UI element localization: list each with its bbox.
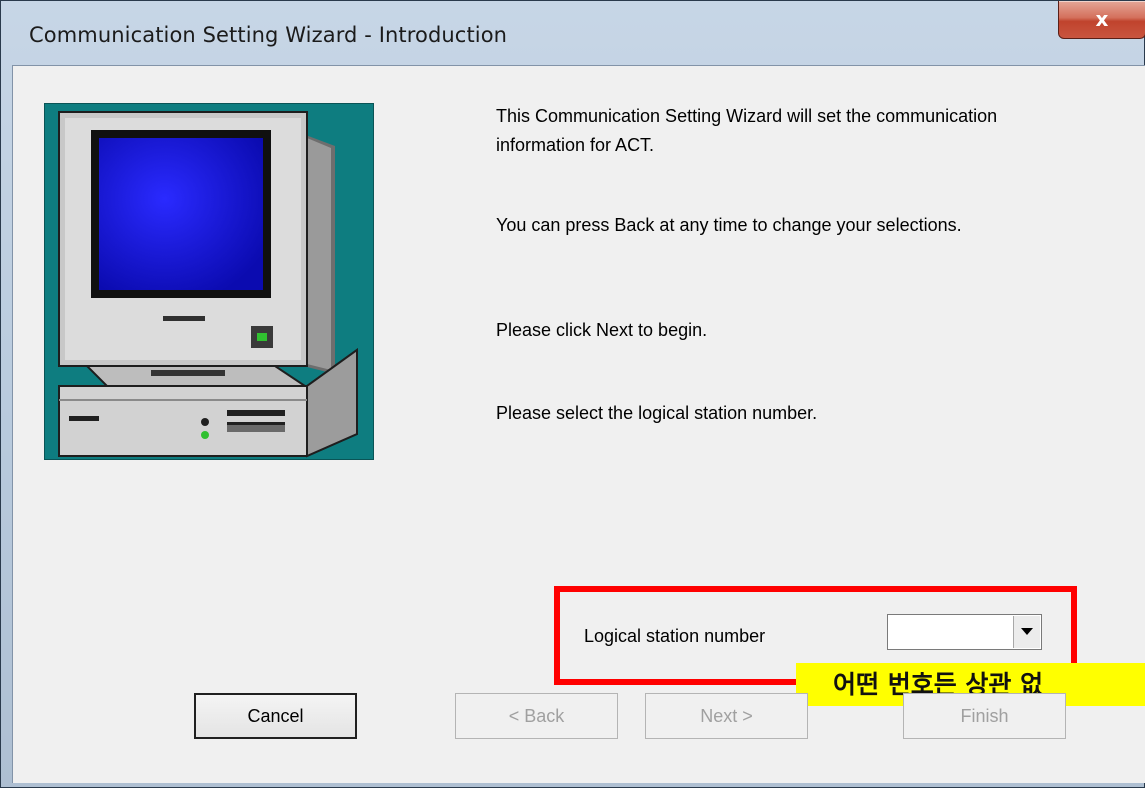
finish-button[interactable]: Finish	[903, 693, 1066, 739]
intro-paragraph-4: Please select the logical station number…	[496, 403, 818, 423]
desktop-computer-icon	[58, 111, 358, 458]
back-button[interactable]: < Back	[455, 693, 618, 739]
cancel-button[interactable]: Cancel	[194, 693, 357, 739]
wizard-image	[44, 103, 374, 460]
close-button[interactable]: x	[1058, 1, 1145, 39]
wizard-window: Communication Setting Wizard - Introduct…	[0, 0, 1145, 788]
intro-paragraph-1: This Communication Setting Wizard will s…	[496, 106, 998, 155]
close-icon: x	[1095, 7, 1109, 31]
wizard-client-area: This Communication Setting Wizard will s…	[12, 65, 1145, 783]
next-button[interactable]: Next >	[645, 693, 808, 739]
intro-paragraph-2: You can press Back at any time to change…	[496, 215, 962, 235]
window-title: Communication Setting Wizard - Introduct…	[29, 23, 508, 47]
intro-paragraph-3: Please click Next to begin.	[496, 320, 708, 340]
